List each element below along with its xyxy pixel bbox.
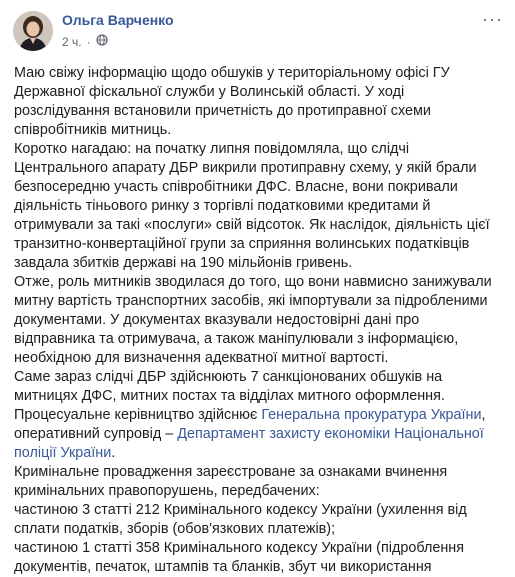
post-paragraph: частиною 3 статті 212 Кримінального коде… [14,502,467,537]
post-header: Ольга Варченко 2 ч. · ··· [0,0,515,60]
post-paragraph: Саме зараз слідчі ДБР здійснюють 7 санкц… [14,369,445,404]
post-body: Маю свіжу інформацію щодо обшуків у тери… [14,64,504,577]
post-paragraph: Коротко нагадаю: на початку липня повідо… [14,141,490,271]
post-paragraph: Маю свіжу інформацію щодо обшуків у тери… [14,65,450,138]
post-timestamp[interactable]: 2 ч. [62,35,82,49]
post-paragraph: Отже, роль митників зводилася до того, щ… [14,274,492,366]
author-avatar[interactable] [13,11,53,51]
post-meta: 2 ч. · [62,34,108,49]
paragraph-text: Процесуальне керівництво здійснює [14,407,262,423]
author-name[interactable]: Ольга Варченко [62,12,174,28]
paragraph-text: . [111,445,116,461]
globe-icon[interactable] [95,34,108,49]
post-paragraph: Процесуальне керівництво здійснює Генера… [14,406,504,463]
link-prosecutor-general[interactable]: Генеральна прокуратура України [261,407,481,423]
post-paragraph: Кримінальне провадження зареєстроване за… [14,464,448,499]
separator-dot: · [86,34,91,49]
more-options-icon[interactable]: ··· [482,10,503,28]
post-paragraph: частиною 1 статті 358 Кримінального коде… [14,540,465,575]
